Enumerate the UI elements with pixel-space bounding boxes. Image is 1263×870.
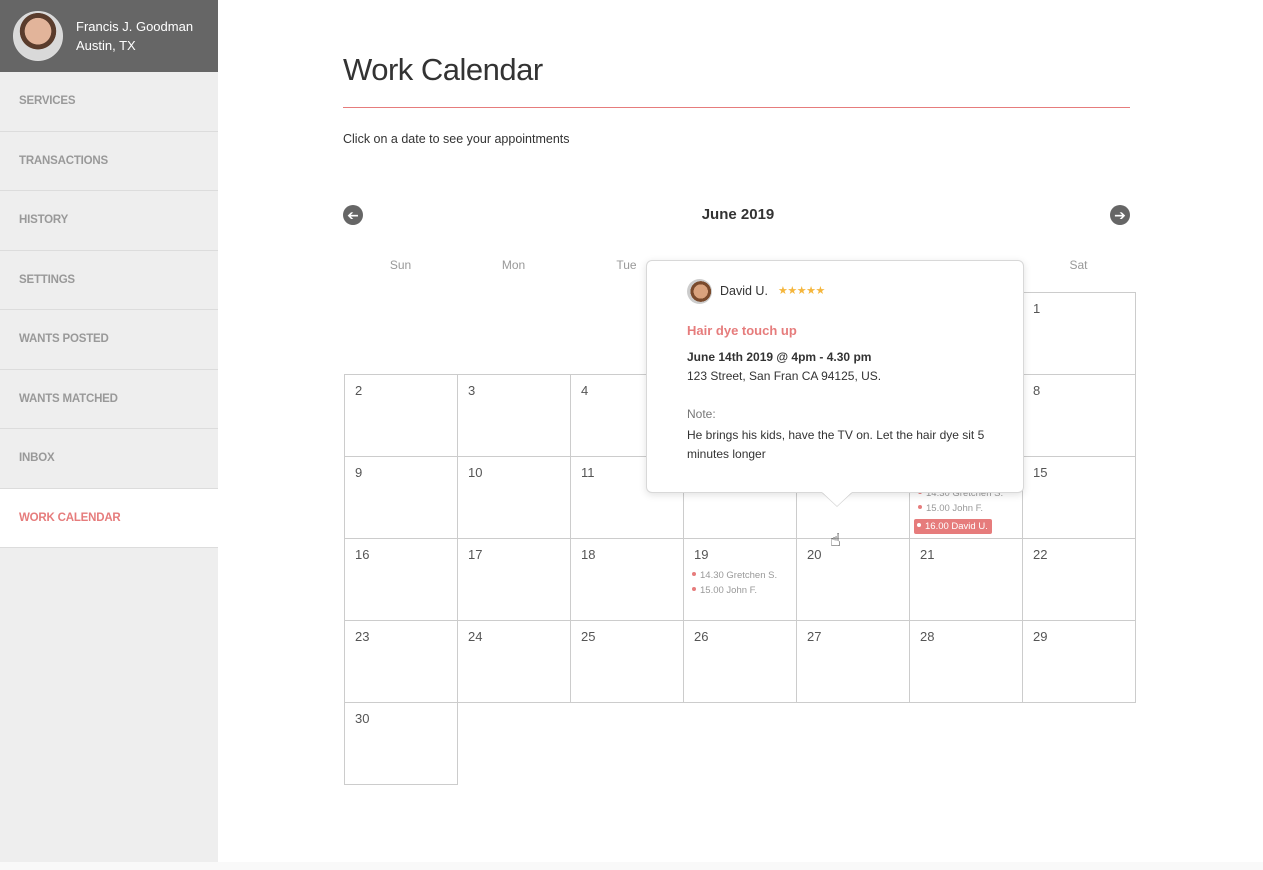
calendar-day-16[interactable]: 16 bbox=[344, 538, 458, 621]
day-number: 28 bbox=[920, 629, 935, 644]
day-number: 24 bbox=[468, 629, 483, 644]
sidebar-nav: SERVICES TRANSACTIONS HISTORY SETTINGS WANTS… bbox=[0, 72, 218, 548]
sidebar-item-wants-posted[interactable]: WANTS POSTED bbox=[0, 310, 218, 370]
appointment-item[interactable]: 15.00 John F. bbox=[690, 583, 794, 598]
app-root: Francis J. Goodman Austin, TX SERVICES TR… bbox=[0, 0, 1263, 862]
client-avatar bbox=[687, 279, 712, 304]
appointment-label: 15.00 John F. bbox=[926, 503, 984, 514]
calendar-day-2[interactable]: 2 bbox=[344, 374, 458, 457]
appointment-time: June 14th 2019 @ 4pm - 4.30 pm bbox=[687, 350, 872, 364]
day-number: 17 bbox=[468, 547, 483, 562]
sidebar-item-inbox[interactable]: INBOX bbox=[0, 429, 218, 489]
day-number: 27 bbox=[807, 629, 822, 644]
calendar-day-27[interactable]: 27 bbox=[796, 620, 910, 703]
star-rating-icon: ★★★★★ bbox=[778, 285, 825, 297]
calendar-day-1[interactable]: 1 bbox=[1022, 292, 1136, 375]
title-divider bbox=[343, 107, 1130, 108]
calendar-day-20[interactable]: 20 bbox=[796, 538, 910, 621]
appointment-item[interactable]: 14.30 Gretchen S. bbox=[690, 568, 794, 583]
calendar-day-26[interactable]: 26 bbox=[683, 620, 797, 703]
user-name: Francis J. Goodman bbox=[76, 19, 194, 34]
user-avatar bbox=[13, 11, 63, 61]
day-number: 1 bbox=[1033, 301, 1041, 316]
day-number: 20 bbox=[807, 547, 822, 562]
note-label: Note: bbox=[687, 407, 716, 421]
calendar-day-9[interactable]: 9 bbox=[344, 456, 458, 539]
page-title: Work Calendar bbox=[343, 52, 543, 87]
bullet-icon bbox=[692, 587, 696, 592]
sidebar-item-services[interactable]: SERVICES bbox=[0, 72, 218, 132]
sidebar-item-wants-matched[interactable]: WANTS MATCHED bbox=[0, 370, 218, 429]
day-number: 15 bbox=[1033, 465, 1048, 480]
sidebar-item-settings[interactable]: SETTINGS bbox=[0, 251, 218, 310]
appointment-label: 14.30 Gretchen S. bbox=[700, 570, 778, 581]
day-number: 19 bbox=[694, 547, 709, 562]
appointment-list: 14.30 Gretchen S. 15.00 John F. bbox=[690, 568, 794, 598]
calendar-day-3[interactable]: 3 bbox=[457, 374, 571, 457]
calendar-day-8[interactable]: 8 bbox=[1022, 374, 1136, 457]
bullet-icon bbox=[918, 505, 922, 510]
client-name: David U. bbox=[720, 284, 768, 298]
weekday-sat: Sat bbox=[1069, 258, 1088, 272]
day-number: 4 bbox=[581, 383, 589, 398]
day-number: 16 bbox=[355, 547, 370, 562]
calendar-day-23[interactable]: 23 bbox=[344, 620, 458, 703]
service-title: Hair dye touch up bbox=[687, 323, 797, 338]
sidebar-item-transactions[interactable]: TRANSACTIONS bbox=[0, 132, 218, 191]
day-number: 18 bbox=[581, 547, 596, 562]
day-number: 8 bbox=[1033, 383, 1041, 398]
day-number: 30 bbox=[355, 711, 370, 726]
next-month-button[interactable]: ➔ bbox=[1110, 205, 1130, 225]
day-number: 21 bbox=[920, 547, 935, 562]
calendar-day-25[interactable]: 25 bbox=[570, 620, 684, 703]
day-number: 23 bbox=[355, 629, 370, 644]
weekday-sun: Sun bbox=[389, 258, 412, 272]
calendar-day-18[interactable]: 18 bbox=[570, 538, 684, 621]
day-number: 26 bbox=[694, 629, 709, 644]
user-location: Austin, TX bbox=[76, 38, 136, 53]
user-profile[interactable]: Francis J. Goodman Austin, TX bbox=[0, 0, 218, 72]
appointment-item[interactable]: 15.00 John F. bbox=[916, 501, 1020, 516]
day-number: 11 bbox=[581, 465, 595, 480]
page-subtitle: Click on a date to see your appointments bbox=[343, 132, 570, 146]
calendar-day-15[interactable]: 15 bbox=[1022, 456, 1136, 539]
appointment-label: 16.00 David U. bbox=[925, 521, 988, 532]
appointment-list: 14.30 Gretchen S. 15.00 John F. 16.00 Davi… bbox=[914, 486, 1020, 534]
calendar-day-29[interactable]: 29 bbox=[1022, 620, 1136, 703]
calendar-day-30[interactable]: 30 bbox=[344, 702, 458, 785]
calendar-day-21[interactable]: 21 bbox=[909, 538, 1023, 621]
calendar-navigation: ➔ June 2019 ➔ bbox=[343, 204, 1130, 226]
bullet-icon bbox=[692, 572, 696, 577]
sidebar-item-history[interactable]: HISTORY bbox=[0, 191, 218, 251]
day-number: 29 bbox=[1033, 629, 1048, 644]
day-number: 2 bbox=[355, 383, 363, 398]
appointment-address: 123 Street, San Fran CA 94125, US. bbox=[687, 369, 882, 383]
appointment-label: 15.00 John F. bbox=[700, 585, 758, 596]
month-label: June 2019 bbox=[701, 206, 775, 223]
day-number: 3 bbox=[468, 383, 476, 398]
sidebar-item-work-calendar[interactable]: WORK CALENDAR bbox=[0, 488, 218, 548]
appointment-item[interactable]: 16.00 David U. bbox=[914, 519, 992, 534]
popup-tail bbox=[822, 492, 852, 506]
hand-pointer-cursor-icon: ☝ bbox=[830, 530, 841, 550]
calendar-day-24[interactable]: 24 bbox=[457, 620, 571, 703]
day-number: 22 bbox=[1033, 547, 1048, 562]
sidebar: Francis J. Goodman Austin, TX SERVICES TR… bbox=[0, 0, 218, 862]
weekday-mon: Mon bbox=[501, 258, 526, 272]
calendar-day-22[interactable]: 22 bbox=[1022, 538, 1136, 621]
arrow-circle-right-icon: ➔ bbox=[1114, 207, 1126, 223]
bullet-icon bbox=[917, 523, 921, 528]
day-number: 9 bbox=[355, 465, 363, 480]
calendar-day-10[interactable]: 10 bbox=[457, 456, 571, 539]
calendar-day-17[interactable]: 17 bbox=[457, 538, 571, 621]
appointment-popup: David U. ★★★★★ Hair dye touch up June 14… bbox=[646, 260, 1024, 493]
day-number: 25 bbox=[581, 629, 596, 644]
calendar-day-19[interactable]: 19 14.30 Gretchen S. 15.00 John F. bbox=[683, 538, 797, 621]
appointment-note: He brings his kids, have the TV on. Let … bbox=[687, 428, 985, 461]
day-number: 10 bbox=[468, 465, 483, 480]
calendar-day-28[interactable]: 28 bbox=[909, 620, 1023, 703]
